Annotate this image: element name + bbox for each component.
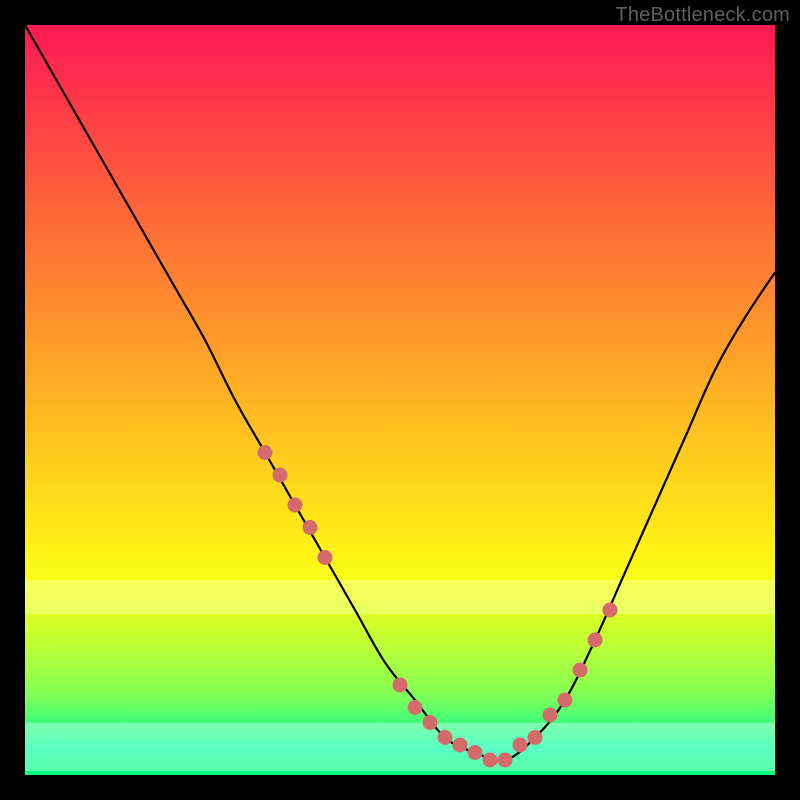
curve-layer bbox=[25, 25, 775, 775]
curve-marker bbox=[273, 468, 288, 483]
chart-frame: TheBottleneck.com bbox=[0, 0, 800, 800]
curve-marker bbox=[588, 633, 603, 648]
curve-marker bbox=[288, 498, 303, 513]
plot-area bbox=[25, 25, 775, 775]
curve-marker bbox=[603, 603, 618, 618]
watermark-text: TheBottleneck.com bbox=[615, 4, 790, 27]
curve-marker bbox=[408, 700, 423, 715]
curve-marker bbox=[303, 520, 318, 535]
curve-marker bbox=[423, 715, 438, 730]
curve-marker bbox=[573, 663, 588, 678]
curve-marker bbox=[558, 693, 573, 708]
curve-marker bbox=[513, 738, 528, 753]
curve-marker bbox=[258, 445, 273, 460]
curve-marker bbox=[483, 753, 498, 768]
curve-marker bbox=[393, 678, 408, 693]
marker-group bbox=[258, 445, 618, 768]
curve-marker bbox=[528, 730, 543, 745]
bottleneck-curve bbox=[25, 25, 775, 761]
curve-marker bbox=[498, 753, 513, 768]
curve-marker bbox=[543, 708, 558, 723]
curve-marker bbox=[318, 550, 333, 565]
curve-marker bbox=[438, 730, 453, 745]
curve-marker bbox=[468, 745, 483, 760]
curve-marker bbox=[453, 738, 468, 753]
